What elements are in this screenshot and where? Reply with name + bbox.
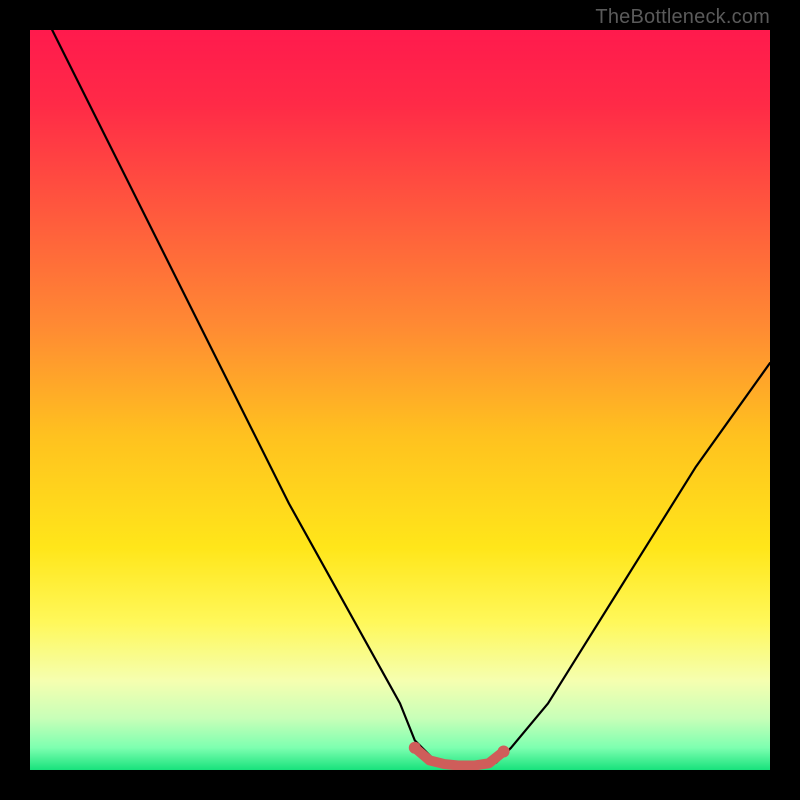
plot-area [30,30,770,770]
chart-frame: TheBottleneck.com [0,0,800,800]
gradient-background [30,30,770,770]
attribution-text: TheBottleneck.com [595,6,770,29]
bottleneck-chart [30,30,770,770]
highlight-endpoint-left [409,742,421,754]
highlight-endpoint-right [498,746,510,758]
